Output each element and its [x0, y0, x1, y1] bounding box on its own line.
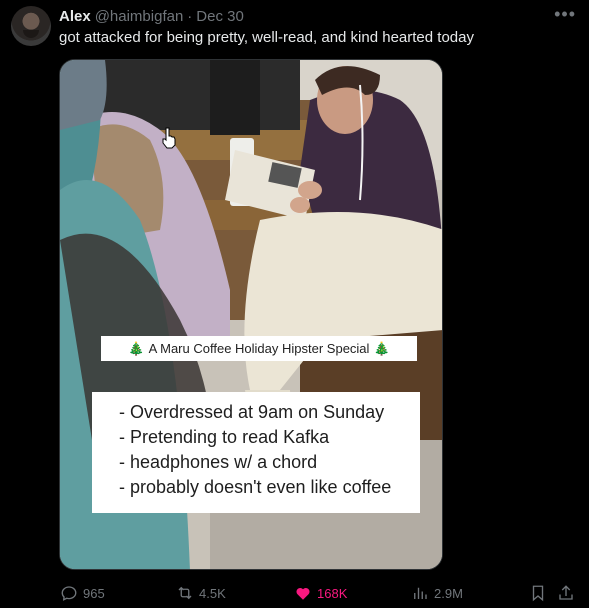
hand-cursor-icon: [162, 127, 176, 149]
list-item: - Overdressed at 9am on Sunday: [119, 402, 385, 422]
timestamp[interactable]: Dec 30: [196, 8, 244, 25]
bookmark-button[interactable]: [529, 582, 547, 604]
tweet-media[interactable]: 🎄 A Maru Coffee Holiday Hipster Special …: [59, 59, 443, 570]
repost-count: 4.5K: [199, 585, 226, 601]
caption-bar: 🎄 A Maru Coffee Holiday Hipster Special …: [101, 336, 417, 361]
views-count: 2.9M: [434, 585, 463, 601]
display-name[interactable]: Alex: [59, 8, 91, 25]
tweet-text: got attacked for being pretty, well-read…: [59, 29, 474, 46]
avatar[interactable]: [11, 6, 51, 46]
reply-button[interactable]: 965: [60, 582, 105, 604]
more-horizontal-icon[interactable]: •••: [554, 4, 576, 24]
list-item: - probably doesn't even like coffee: [119, 477, 392, 497]
christmas-tree-icon: 🎄: [128, 340, 145, 356]
handle[interactable]: @haimbigfan: [95, 8, 184, 25]
share-button[interactable]: [557, 582, 575, 604]
action-bar: 965 4.5K 168K 2.9M: [0, 582, 589, 604]
tweet-header: Alex @haimbigfan · Dec 30: [59, 6, 244, 26]
like-button[interactable]: 168K: [294, 582, 347, 604]
christmas-tree-icon: 🎄: [373, 340, 390, 356]
bookmark-icon: [532, 585, 544, 602]
repost-icon: [178, 586, 192, 600]
list-item: - Pretending to read Kafka: [119, 427, 330, 447]
heart-icon: [296, 587, 310, 600]
separator: ·: [187, 7, 193, 25]
views-button[interactable]: 2.9M: [411, 582, 463, 604]
views-icon: [414, 587, 427, 599]
like-count: 168K: [317, 585, 348, 601]
caption-text: A Maru Coffee Holiday Hipster Special: [148, 341, 370, 356]
list-item: - headphones w/ a chord: [119, 452, 318, 472]
share-icon: [559, 585, 573, 600]
repost-button[interactable]: 4.5K: [176, 582, 226, 604]
caption-list: - Overdressed at 9am on Sunday - Pretend…: [92, 392, 420, 513]
reply-icon: [61, 586, 77, 601]
reply-count: 965: [83, 585, 105, 601]
